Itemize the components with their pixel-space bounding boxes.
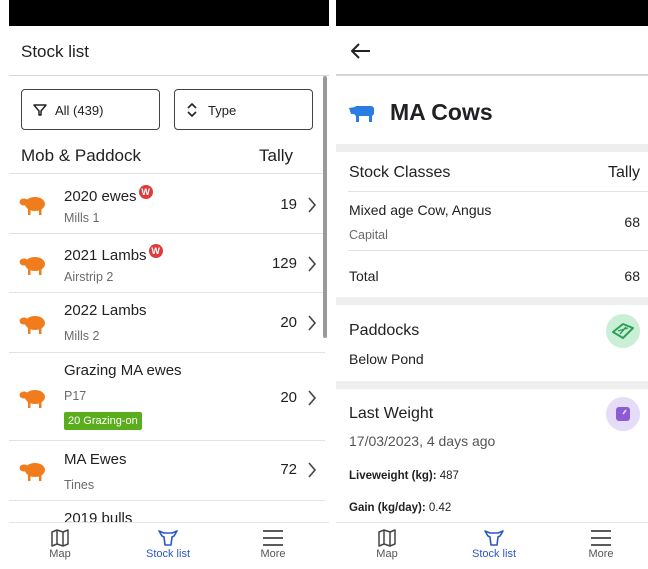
cow-head-icon bbox=[484, 530, 504, 546]
menu-icon bbox=[591, 530, 611, 546]
mob-paddock: Mills 1 bbox=[64, 211, 100, 225]
mob-tally: 129 bbox=[271, 255, 297, 272]
mob-tally: 20 bbox=[280, 389, 297, 406]
mob-tally: 20 bbox=[280, 314, 297, 331]
mob-row[interactable]: MA Ewes Tines 72 bbox=[9, 440, 325, 500]
chevron-right-icon bbox=[308, 256, 317, 272]
mob-tally: 19 bbox=[280, 196, 297, 213]
page-title: Stock list bbox=[21, 42, 90, 61]
liveweight-row: Liveweight (kg): 487 bbox=[349, 470, 459, 482]
gain-row: Gain (kg/day): 0.42 bbox=[349, 502, 451, 514]
section-divider bbox=[336, 381, 648, 389]
liveweight-label: Liveweight (kg): bbox=[349, 470, 437, 482]
total-value: 68 bbox=[624, 268, 640, 284]
liveweight-value: 487 bbox=[439, 470, 459, 482]
stock-class-tally: 68 bbox=[624, 214, 640, 230]
mob-paddock: Airstrip 2 bbox=[64, 270, 114, 284]
mob-row[interactable]: 2021 Lambs W Airstrip 2 129 bbox=[9, 233, 325, 292]
nav-map[interactable]: Map bbox=[25, 529, 95, 560]
mob-paddock: Mills 2 bbox=[64, 329, 100, 343]
back-arrow-icon[interactable] bbox=[350, 42, 372, 60]
total-label: Total bbox=[349, 268, 379, 284]
app-bar bbox=[336, 26, 648, 76]
nav-more-label: More bbox=[588, 548, 614, 560]
scrollbar[interactable] bbox=[323, 76, 327, 338]
last-weight-date: 17/03/2023, 4 days ago bbox=[349, 433, 496, 449]
warning-badge: W bbox=[148, 244, 163, 258]
app-bar: Stock list bbox=[9, 26, 329, 76]
mob-name: Grazing MA ewes bbox=[64, 362, 182, 379]
status-bar bbox=[336, 0, 648, 26]
mob-tally: 72 bbox=[280, 461, 297, 478]
cow-head-icon bbox=[158, 530, 178, 546]
sort-button[interactable]: Type bbox=[174, 89, 313, 130]
warning-badge: W bbox=[138, 185, 153, 199]
mob-row[interactable]: 2022 Lambs Mills 2 20 bbox=[9, 292, 325, 352]
filter-button[interactable]: All (439) bbox=[21, 89, 160, 130]
paddock-icon[interactable] bbox=[606, 314, 640, 348]
mob-name: 2020 ewes W bbox=[64, 185, 153, 205]
nav-more[interactable]: More bbox=[566, 529, 636, 560]
sheep-icon bbox=[19, 463, 45, 481]
menu-icon bbox=[263, 530, 283, 546]
chevron-right-icon bbox=[308, 390, 317, 406]
row-divider bbox=[348, 191, 648, 192]
paddock-name: Below Pond bbox=[349, 351, 424, 367]
chevron-right-icon bbox=[308, 197, 317, 213]
last-weight-heading: Last Weight bbox=[349, 405, 434, 422]
chevron-right-icon bbox=[308, 462, 317, 478]
cow-icon bbox=[349, 106, 374, 122]
stock-class-paddock: Capital bbox=[349, 228, 388, 242]
scale-icon[interactable] bbox=[606, 397, 640, 431]
nav-more[interactable]: More bbox=[238, 529, 308, 560]
map-icon bbox=[378, 529, 396, 547]
tally-heading: Tally bbox=[607, 164, 640, 181]
row-divider bbox=[348, 250, 648, 251]
bottom-navigation: Map Stock list More bbox=[9, 522, 329, 569]
mob-paddock: Tines bbox=[64, 478, 95, 492]
nav-more-label: More bbox=[260, 548, 286, 560]
sheep-icon bbox=[19, 390, 45, 408]
gain-label: Gain (kg/day): bbox=[349, 502, 426, 514]
mob-name: 2021 Lambs W bbox=[64, 244, 163, 264]
nav-stock-list[interactable]: Stock list bbox=[133, 529, 203, 560]
nav-map-label: Map bbox=[49, 548, 71, 560]
section-divider bbox=[336, 297, 648, 305]
mob-detail-screen: MA Cows Stock Classes Tally Mixed age Co… bbox=[336, 0, 648, 569]
filter-label: All (439) bbox=[55, 103, 104, 118]
sheep-icon bbox=[19, 316, 45, 334]
mob-header: MA Cows bbox=[348, 97, 638, 127]
nav-stock-list-label: Stock list bbox=[471, 548, 516, 560]
nav-stock-list-label: Stock list bbox=[145, 548, 190, 560]
stock-list-screen: Stock list All (439) Type Mob & Paddock … bbox=[9, 0, 329, 569]
sheep-icon bbox=[19, 197, 45, 215]
mob-list: 2020 ewes W Mills 1 19 2021 Lambs W Airstr… bbox=[9, 173, 325, 530]
column-header-mob: Mob & Paddock bbox=[21, 146, 142, 165]
paddocks-heading: Paddocks bbox=[349, 322, 420, 339]
mob-name: MA Ewes bbox=[64, 451, 127, 468]
map-icon bbox=[51, 529, 69, 547]
bottom-navigation: Map Stock list More bbox=[336, 522, 648, 569]
mob-row[interactable]: Grazing MA ewes P17 20 Grazing-on 20 bbox=[9, 352, 325, 440]
chevron-right-icon bbox=[308, 315, 317, 331]
section-divider bbox=[336, 144, 648, 152]
nav-map[interactable]: Map bbox=[352, 529, 422, 560]
nav-map-label: Map bbox=[376, 548, 398, 560]
mob-row[interactable]: 2020 ewes W Mills 1 19 bbox=[9, 173, 325, 233]
mob-name: 2022 Lambs bbox=[64, 302, 147, 319]
column-header-tally: Tally bbox=[259, 146, 294, 165]
mob-paddock: P17 bbox=[64, 389, 87, 403]
status-bar bbox=[9, 0, 329, 26]
sheep-icon bbox=[19, 257, 45, 275]
stock-classes-heading: Stock Classes bbox=[349, 164, 451, 181]
filter-icon bbox=[33, 104, 47, 116]
sort-label: Type bbox=[208, 103, 237, 118]
gain-value: 0.42 bbox=[428, 502, 452, 514]
nav-stock-list[interactable]: Stock list bbox=[459, 529, 529, 560]
stock-class-name: Mixed age Cow, Angus bbox=[349, 202, 492, 218]
sort-icon bbox=[187, 103, 197, 117]
grazing-tag: 20 Grazing-on bbox=[64, 412, 142, 430]
mob-title: MA Cows bbox=[390, 99, 493, 125]
